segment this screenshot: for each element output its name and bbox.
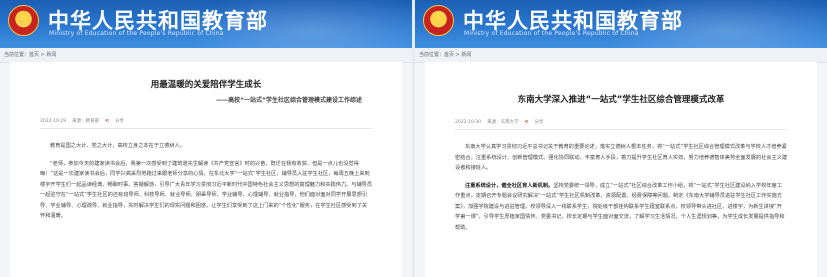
share-button[interactable]: 分享 [534, 119, 543, 125]
article-paragraph: 东南大学认真学习贯彻习近平总书记关于教育的重要论述，落实立德树人根本任务，将“一… [455, 142, 787, 174]
article-paragraph: 注重系统设计，健全社区育人新机制。坚持党委统一领导，成立“一站式”社区综合改革工… [455, 181, 787, 234]
national-emblem-icon [423, 5, 454, 36]
article-paragraph: 教育是国之大计、党之大计，高校立身之本在于立德树人。 [50, 143, 185, 149]
article-date: 2022-10-30 [455, 119, 482, 125]
breadcrumb[interactable]: 当前位置：首页 > 新闻 [0, 48, 412, 63]
paragraph-text: 东南大学认真学习贯彻习近平总书记关于教育的重要论述，落实立德树人根本任务，将“一… [455, 144, 788, 171]
article-date: 2022-10-29 [40, 118, 67, 124]
right-page: 中华人民共和国教育部 Ministry of Education of the … [415, 0, 827, 277]
share-button[interactable]: 分享 [115, 118, 124, 124]
article-meta: 2022-10-30 来源：东南大学 ⟲ 分享 [455, 119, 787, 130]
article-title: 东南大学深入推进“一站式”学生社区综合管理模式改革 [517, 95, 725, 105]
site-header: 中华人民共和国教育部 Ministry of Education of the … [415, 0, 827, 48]
article: 东南大学深入推进“一站式”学生社区综合管理模式改革 2022-10-30 来源：… [425, 62, 817, 277]
site-header: 中华人民共和国教育部 Ministry of Education of the … [0, 0, 412, 48]
article: 用最温暖的关爱陪伴学生成长 ——高校“一站式”学生社区综合管理模式建设工作综述 … [10, 62, 402, 277]
article-title: 用最温暖的关爱陪伴学生成长 [150, 80, 262, 90]
paragraph-lead: 注重系统设计，健全社区育人新机制。 [465, 182, 554, 189]
left-page: 中华人民共和国教育部 Ministry of Education of the … [0, 0, 412, 277]
site-subtitle: Ministry of Education of the People's Re… [464, 30, 639, 37]
article-source: 来源：教育部 [72, 119, 100, 124]
article-paragraph: “老师，参加今天的建家读书会后，我第一次感受到了建筑道先生解读《共产党宣言》时的… [40, 160, 373, 220]
site-subtitle: Ministry of Education of the People's Re… [49, 30, 224, 37]
paragraph-text: 坚持党委统一领导，成立“一站式”社区综合改革工作小组，将“一站式”学生社区建设纳… [455, 182, 785, 231]
article-meta: 2022-10-29 来源：教育部 ⟲ 分享 [40, 118, 372, 129]
screenshot-collage: 中华人民共和国教育部 Ministry of Education of the … [0, 0, 827, 277]
share-icon[interactable]: ⟲ [105, 119, 109, 124]
article-source: 来源：东南大学 [487, 120, 519, 125]
breadcrumb[interactable]: 当前位置：首页 > 新闻 [415, 48, 827, 63]
article-subtitle: ——高校“一站式”学生社区综合管理模式建设工作综述 [216, 97, 362, 104]
national-emblem-icon [8, 5, 39, 36]
share-icon[interactable]: ⟲ [525, 120, 529, 125]
